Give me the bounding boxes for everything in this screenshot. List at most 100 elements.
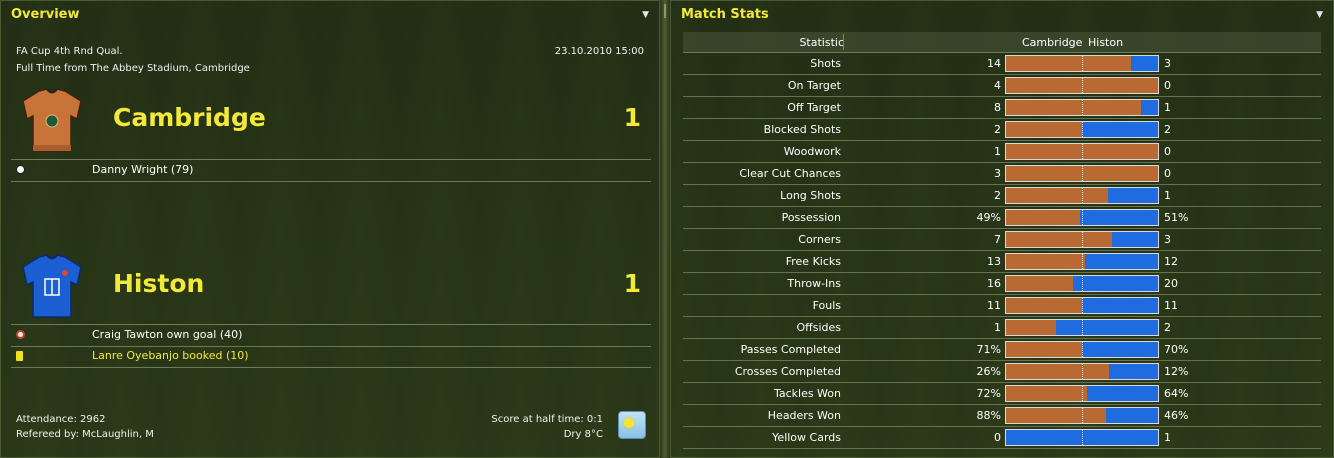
match-report-screen: Overview ▼ FA Cup 4th Rnd Qual. 23.10.20… (0, 0, 1334, 458)
match-stats-title: Match Stats (681, 7, 769, 22)
bar-midline (1082, 386, 1083, 401)
stat-comparison-bar (1005, 121, 1159, 138)
stat-comparison-bar (1005, 407, 1159, 424)
stat-home-value: 4 (994, 79, 1001, 92)
stat-away-value: 1 (1164, 189, 1171, 202)
stat-row[interactable]: Free Kicks 13 12 (683, 251, 1321, 273)
stat-label: Free Kicks (785, 255, 841, 268)
stat-comparison-bar (1005, 319, 1159, 336)
stat-label: Corners (798, 233, 841, 246)
own-goal-ball-icon (16, 330, 25, 339)
stat-row[interactable]: Fouls 11 11 (683, 295, 1321, 317)
stat-home-value: 7 (994, 233, 1001, 246)
stat-label: Possession (781, 211, 841, 224)
stat-row[interactable]: Crosses Completed 26% 12% (683, 361, 1321, 383)
stat-row[interactable]: Shots 14 3 (683, 53, 1321, 75)
stat-row[interactable]: Blocked Shots 2 2 (683, 119, 1321, 141)
away-team-name[interactable]: Histon (113, 269, 204, 298)
stat-home-value: 14 (987, 57, 1001, 70)
stat-row[interactable]: Passes Completed 71% 70% (683, 339, 1321, 361)
stat-away-value: 12% (1164, 365, 1189, 378)
home-team-name[interactable]: Cambridge (113, 103, 266, 132)
stat-home-share-fill (1006, 188, 1108, 203)
bar-midline (1082, 430, 1083, 445)
overview-panel: Overview ▼ FA Cup 4th Rnd Qual. 23.10.20… (0, 0, 660, 458)
stat-home-value: 49% (976, 211, 1001, 224)
splitter-grip-icon[interactable] (664, 4, 666, 18)
stat-home-share-fill (1006, 122, 1082, 137)
halftime-score-label: Score at half time: 0:1 (491, 414, 603, 425)
stat-home-share-fill (1006, 386, 1087, 401)
stat-home-value: 16 (987, 277, 1001, 290)
bar-midline (1082, 166, 1083, 181)
stat-row[interactable]: Yellow Cards 0 1 (683, 427, 1321, 449)
stat-home-value: 1 (994, 321, 1001, 334)
stat-row[interactable]: Woodwork 1 0 (683, 141, 1321, 163)
stat-label: Long Shots (780, 189, 841, 202)
bar-midline (1082, 298, 1083, 313)
stat-label: Crosses Completed (734, 365, 841, 378)
away-event-row[interactable]: Craig Tawton own goal (40) (11, 324, 651, 347)
match-stats-panel-header[interactable]: Match Stats ▼ (671, 1, 1333, 29)
stat-home-value: 11 (987, 299, 1001, 312)
stat-row[interactable]: Offsides 1 2 (683, 317, 1321, 339)
stat-row[interactable]: Headers Won 88% 46% (683, 405, 1321, 427)
stat-home-value: 72% (976, 387, 1001, 400)
bar-midline (1082, 100, 1083, 115)
bar-midline (1082, 276, 1083, 291)
stat-row[interactable]: On Target 4 0 (683, 75, 1321, 97)
header-statistic[interactable]: Statistic (799, 36, 844, 49)
header-home-team[interactable]: Cambridge (1022, 36, 1082, 49)
stat-label: Yellow Cards (772, 431, 841, 444)
match-stats-panel: Match Stats ▼ Statistic Cambridge Histon… (670, 0, 1334, 458)
stat-comparison-bar (1005, 385, 1159, 402)
stat-label: Fouls (812, 299, 841, 312)
stat-row[interactable]: Off Target 8 1 (683, 97, 1321, 119)
stat-row[interactable]: Long Shots 2 1 (683, 185, 1321, 207)
stat-home-share-fill (1006, 320, 1057, 335)
stat-label: Passes Completed (740, 343, 841, 356)
stat-home-value: 3 (994, 167, 1001, 180)
bar-midline (1082, 210, 1083, 225)
stat-label: Tackles Won (773, 387, 841, 400)
stat-row[interactable]: Possession 49% 51% (683, 207, 1321, 229)
away-event-row[interactable]: Lanre Oyebanjo booked (10) (11, 346, 651, 368)
stat-away-value: 20 (1164, 277, 1178, 290)
home-kit-icon[interactable] (17, 85, 87, 155)
stat-comparison-bar (1005, 363, 1159, 380)
stat-away-value: 11 (1164, 299, 1178, 312)
away-kit-icon[interactable] (17, 251, 87, 321)
stat-home-share-fill (1006, 276, 1073, 291)
stat-home-value: 26% (976, 365, 1001, 378)
stat-comparison-bar (1005, 209, 1159, 226)
stat-row[interactable]: Tackles Won 72% 64% (683, 383, 1321, 405)
overview-panel-header[interactable]: Overview ▼ (1, 1, 659, 29)
stat-label: Off Target (787, 101, 841, 114)
stat-row[interactable]: Clear Cut Chances 3 0 (683, 163, 1321, 185)
venue-line: Full Time from The Abbey Stadium, Cambri… (16, 63, 250, 74)
stat-row[interactable]: Corners 7 3 (683, 229, 1321, 251)
stat-home-value: 0 (994, 431, 1001, 444)
bar-midline (1082, 56, 1083, 71)
stat-row[interactable]: Throw-Ins 16 20 (683, 273, 1321, 295)
bar-midline (1082, 232, 1083, 247)
goal-ball-icon (16, 165, 25, 174)
bar-midline (1082, 188, 1083, 203)
home-event-row[interactable]: Danny Wright (79) (11, 159, 651, 182)
stat-home-share-fill (1006, 232, 1113, 247)
panel-splitter[interactable] (660, 0, 670, 458)
stat-away-value: 3 (1164, 233, 1171, 246)
competition-label: FA Cup 4th Rnd Qual. (16, 46, 123, 57)
stat-home-share-fill (1006, 210, 1081, 225)
away-event-text: Craig Tawton own goal (40) (92, 328, 243, 341)
stat-home-value: 71% (976, 343, 1001, 356)
home-team-score: 1 (623, 103, 641, 132)
stat-comparison-bar (1005, 165, 1159, 182)
dropdown-arrow-icon[interactable]: ▼ (642, 1, 649, 29)
stat-away-value: 2 (1164, 123, 1171, 136)
stat-label: Woodwork (783, 145, 841, 158)
dropdown-arrow-icon[interactable]: ▼ (1316, 1, 1323, 29)
stat-comparison-bar (1005, 143, 1159, 160)
header-away-team[interactable]: Histon (1088, 36, 1123, 49)
home-event-text: Danny Wright (79) (92, 163, 194, 176)
